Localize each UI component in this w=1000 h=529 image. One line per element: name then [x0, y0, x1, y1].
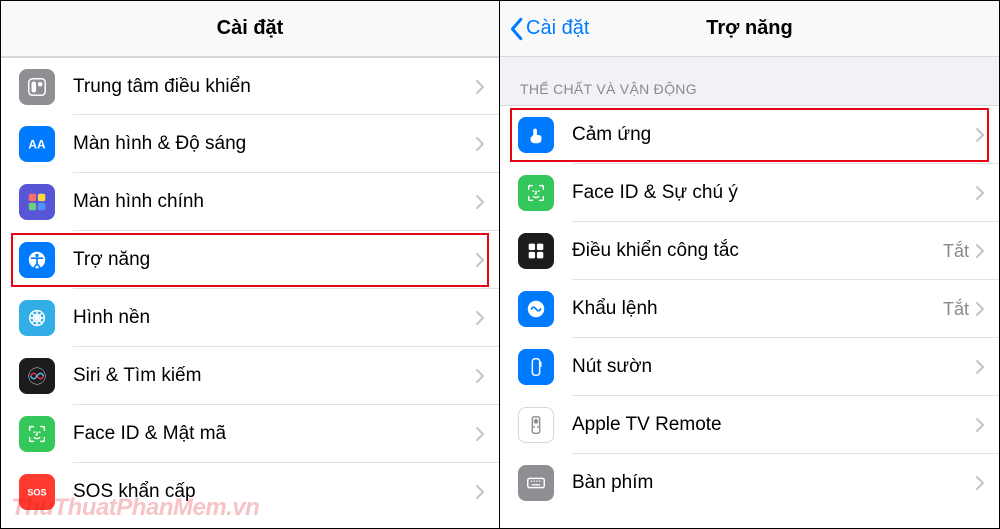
chevron-right-icon	[475, 252, 485, 268]
row-label: Hình nền	[73, 307, 475, 329]
accessibility-pane: Cài đặt Trợ năng THỂ CHẤT VÀ VẬN ĐỘNG Cả…	[500, 1, 999, 528]
row-label: Màn hình chính	[73, 191, 475, 213]
row-label: Trợ năng	[73, 249, 475, 271]
right-header: Cài đặt Trợ năng	[500, 1, 999, 57]
row-label: Bàn phím	[572, 472, 975, 494]
chevron-right-icon	[975, 185, 985, 201]
display-icon: AA	[19, 126, 55, 162]
home-screen-icon	[19, 184, 55, 220]
chevron-right-icon	[975, 243, 985, 259]
left-row-7[interactable]: SOS SOS khẩn cấp	[1, 463, 499, 521]
chevron-right-icon	[975, 127, 985, 143]
left-row-0[interactable]: Trung tâm điều khiển	[1, 57, 499, 115]
left-header: Cài đặt	[1, 1, 499, 57]
row-label: Màn hình & Độ sáng	[73, 133, 475, 155]
left-row-2[interactable]: Màn hình chính	[1, 173, 499, 231]
right-row-5[interactable]: Apple TV Remote	[500, 396, 999, 454]
row-value: Tắt	[943, 241, 969, 262]
right-list: Cảm ứng Face ID & Sự chú ý Điều khiển công…	[500, 106, 999, 512]
row-label: Face ID & Mật mã	[73, 423, 475, 445]
chevron-right-icon	[475, 484, 485, 500]
faceid-icon	[518, 175, 554, 211]
touch-icon	[518, 117, 554, 153]
left-title: Cài đặt	[1, 17, 499, 40]
left-list: Trung tâm điều khiển AA Màn hình & Độ sáng…	[1, 57, 499, 521]
keyboard-icon	[518, 465, 554, 501]
right-row-0[interactable]: Cảm ứng	[500, 106, 999, 164]
switch-control-icon	[518, 233, 554, 269]
right-row-6[interactable]: Bàn phím	[500, 454, 999, 512]
left-row-3[interactable]: Trợ năng	[1, 231, 499, 289]
right-row-2[interactable]: Điều khiển công tắcTắt	[500, 222, 999, 280]
right-row-3[interactable]: Khẩu lệnhTắt	[500, 280, 999, 338]
row-label: Trung tâm điều khiển	[73, 76, 475, 98]
siri-icon	[19, 358, 55, 394]
row-label: Apple TV Remote	[572, 414, 975, 436]
row-label: Điều khiển công tắc	[572, 240, 943, 262]
chevron-right-icon	[975, 417, 985, 433]
left-row-6[interactable]: Face ID & Mật mã	[1, 405, 499, 463]
wallpaper-icon	[19, 300, 55, 336]
voice-control-icon	[518, 291, 554, 327]
row-label: Face ID & Sự chú ý	[572, 182, 975, 204]
row-label: Siri & Tìm kiếm	[73, 365, 475, 387]
left-row-5[interactable]: Siri & Tìm kiếm	[1, 347, 499, 405]
remote-icon	[518, 407, 554, 443]
row-label: Cảm ứng	[572, 124, 975, 146]
settings-pane: Cài đặt Trung tâm điều khiển AA Màn hình &…	[1, 1, 500, 528]
chevron-right-icon	[975, 475, 985, 491]
section-header: THỂ CHẤT VÀ VẬN ĐỘNG	[500, 57, 999, 106]
side-button-icon	[518, 349, 554, 385]
svg-text:AA: AA	[28, 138, 46, 152]
row-value: Tắt	[943, 299, 969, 320]
chevron-right-icon	[475, 310, 485, 326]
chevron-right-icon	[975, 301, 985, 317]
row-label: Nút sườn	[572, 356, 975, 378]
chevron-right-icon	[475, 194, 485, 210]
control-center-icon	[19, 69, 55, 105]
left-row-4[interactable]: Hình nền	[1, 289, 499, 347]
row-label: SOS khẩn cấp	[73, 481, 475, 503]
right-row-4[interactable]: Nút sườn	[500, 338, 999, 396]
chevron-right-icon	[975, 359, 985, 375]
faceid-icon	[19, 416, 55, 452]
back-label: Cài đặt	[526, 17, 589, 40]
chevron-left-icon	[508, 17, 524, 41]
accessibility-icon	[19, 242, 55, 278]
row-label: Khẩu lệnh	[572, 298, 943, 320]
chevron-right-icon	[475, 136, 485, 152]
chevron-right-icon	[475, 368, 485, 384]
chevron-right-icon	[475, 79, 485, 95]
right-row-1[interactable]: Face ID & Sự chú ý	[500, 164, 999, 222]
back-button[interactable]: Cài đặt	[500, 17, 589, 41]
left-row-1[interactable]: AA Màn hình & Độ sáng	[1, 115, 499, 173]
svg-text:SOS: SOS	[27, 488, 46, 498]
chevron-right-icon	[475, 426, 485, 442]
sos-icon: SOS	[19, 474, 55, 510]
